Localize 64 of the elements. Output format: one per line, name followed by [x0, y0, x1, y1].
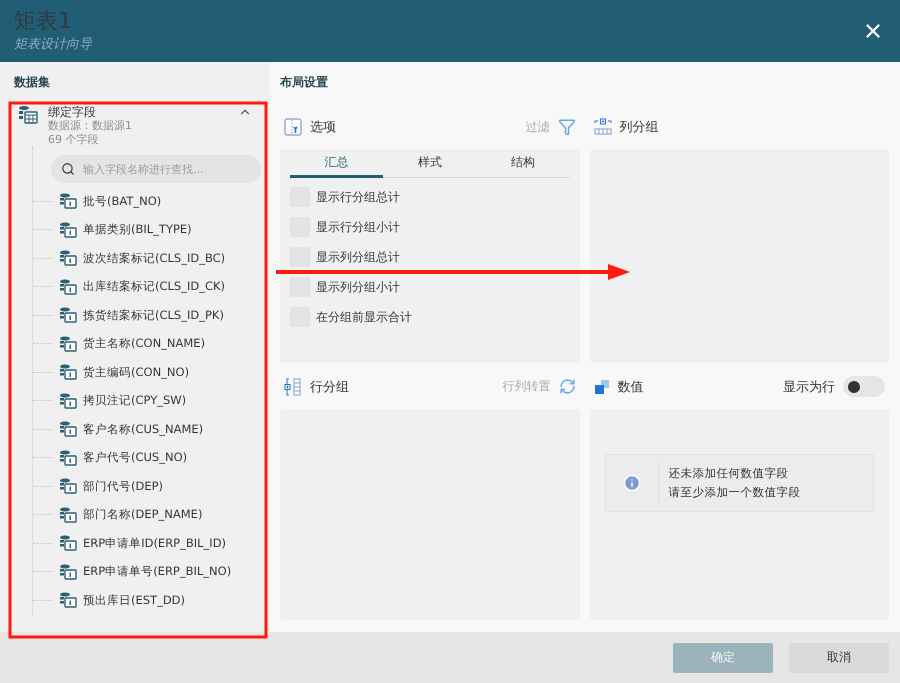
field-item[interactable]: 波次结案标记(CLS_ID_BC) [83, 250, 226, 266]
field-item[interactable]: 部门名称(DEP_NAME) [83, 507, 202, 522]
table-field-icon [59, 450, 77, 466]
field-item[interactable]: 部门代号(DEP) [83, 478, 164, 494]
table-field-icon [59, 506, 77, 523]
dataset-name: 绑定字段 [48, 105, 97, 119]
field-item[interactable]: 拣货结案标记(CLS_ID_PK) [83, 308, 224, 323]
row-group-icon [284, 378, 302, 396]
table-field-icon [59, 222, 77, 238]
window-subtitle: 矩表设计向导 [14, 36, 92, 53]
table-field-icon [59, 592, 77, 608]
table-field-icon [59, 535, 77, 552]
cancel-button[interactable]: 取消 [789, 642, 889, 672]
section-title: 选项 [310, 119, 336, 136]
message-text: 还未添加任何数值字段 [668, 466, 790, 480]
table-field-icon [59, 564, 77, 580]
field-item[interactable]: 批号(BAT_NO) [83, 194, 162, 209]
message-text: 请至少添加一个数值字段 [668, 484, 800, 500]
table-field-icon [59, 336, 77, 352]
table-field-icon [59, 307, 77, 324]
field-item[interactable]: 出库结案标记(CLS_ID_CK) [83, 279, 226, 294]
search-field[interactable]: 输入字段名称进行查找... [83, 155, 251, 183]
options-icon [284, 118, 302, 136]
table-field-icon [59, 250, 77, 266]
datasource-label: 数据源：数据源1 [48, 119, 133, 133]
values-icon [594, 378, 610, 394]
section-title: 列分组 [620, 119, 658, 136]
field-item[interactable]: ERP申请单ID(ERP_BIL_ID) [83, 536, 226, 551]
layout-heading: 布局设置 [280, 74, 329, 91]
column-group-icon [594, 118, 612, 136]
section-title: 行分组 [310, 378, 349, 396]
table-field-icon [59, 278, 77, 295]
tab[interactable]: 汇总 [290, 149, 384, 178]
checkbox-label: 显示列分组总计 [316, 248, 400, 266]
table-field-icon [59, 392, 77, 409]
field-item[interactable]: 预出库日(EST_DD) [83, 592, 186, 608]
field-item[interactable]: ERP申请单号(ERP_BIL_NO) [83, 564, 232, 580]
swap-icon[interactable] [558, 378, 576, 395]
table-field-icon [59, 193, 77, 210]
checkbox-label: 显示行分组小计 [316, 218, 400, 236]
field-item[interactable]: 货主名称(CON_NAME) [83, 336, 206, 352]
dataset-table-icon [18, 105, 38, 125]
section-title: 数值 [618, 378, 644, 396]
search-icon [61, 162, 75, 176]
checkbox-label: 在分组前显示合计 [316, 308, 412, 326]
field-item[interactable]: 货主编码(CON_NO) [83, 364, 190, 380]
filter-icon[interactable] [558, 118, 576, 136]
checkbox-label: 显示行分组总计 [316, 188, 400, 206]
tab[interactable]: 结构 [476, 149, 570, 178]
field-item[interactable]: 客户代号(CUS_NO) [83, 450, 188, 466]
tab[interactable]: 样式 [383, 149, 476, 178]
info-icon [622, 474, 640, 492]
search-box[interactable]: 输入字段名称进行查找... [51, 155, 261, 183]
table-field-icon [59, 421, 77, 438]
field-item[interactable]: 拷贝注记(CPY_SW) [83, 393, 186, 408]
field-count: 69 个字段 [48, 133, 100, 147]
dataset-heading: 数据集 [14, 74, 51, 91]
field-item[interactable]: 单据类别(BIL_TYPE) [83, 222, 192, 238]
table-field-icon [59, 364, 77, 380]
toggle-switch[interactable] [843, 376, 885, 397]
checkbox-label: 显示列分组小计 [316, 278, 400, 296]
table-field-icon [59, 478, 77, 494]
toggle-label: 显示为行 [783, 378, 835, 396]
field-item[interactable]: 客户名称(CUS_NAME) [83, 422, 204, 437]
